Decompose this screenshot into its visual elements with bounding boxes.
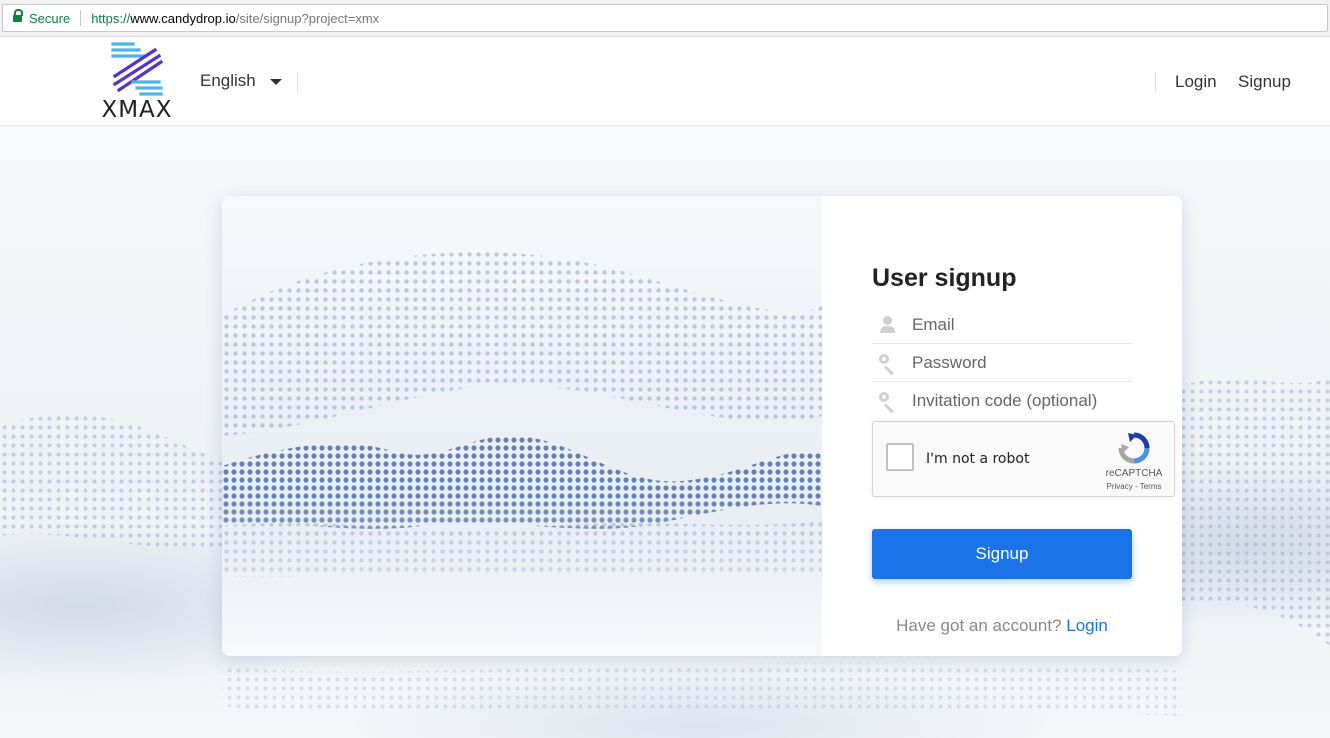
caret-down-icon (269, 79, 282, 85)
recaptcha-brand: reCAPTCHA (1105, 468, 1163, 479)
nav-login-link[interactable]: Login (1175, 72, 1217, 92)
nav-signup-link[interactable]: Signup (1238, 72, 1291, 92)
recaptcha-label: I'm not a robot (926, 451, 1030, 467)
password-field (872, 344, 1132, 382)
card-illustration (222, 196, 822, 656)
key-icon (878, 391, 898, 414)
invitation-code-input[interactable] (912, 391, 1122, 411)
recaptcha-logo-icon (1118, 432, 1150, 464)
recaptcha-privacy-link[interactable]: Privacy (1107, 482, 1133, 491)
account-prompt-text: Have got an account? (896, 616, 1062, 635)
recaptcha-links: Privacy - Terms (1099, 482, 1169, 491)
dot-wave-illustration (222, 252, 822, 656)
url-box[interactable]: Secure https://www.candydrop.io/site/sig… (2, 4, 1328, 32)
language-separator (297, 72, 298, 92)
url-host: www.candydrop.io (130, 10, 236, 26)
email-field (872, 306, 1132, 344)
invitation-field (872, 382, 1132, 420)
language-selector[interactable]: English (200, 71, 282, 91)
nav-separator (1155, 72, 1156, 92)
recaptcha-terms-link[interactable]: Terms (1140, 482, 1162, 491)
browser-address-bar: Secure https://www.candydrop.io/site/sig… (0, 0, 1330, 37)
account-prompt: Have got an account? Login (872, 616, 1132, 636)
signup-button[interactable]: Signup (872, 529, 1132, 579)
recaptcha-link-separator: - (1132, 482, 1140, 491)
password-input[interactable] (912, 352, 1122, 373)
address-separator (80, 10, 82, 26)
xmax-logo-mark-icon (111, 42, 164, 96)
user-icon (878, 315, 898, 335)
site-header: XMAX English Login Signup (0, 37, 1330, 126)
recaptcha-widget: I'm not a robot reCAPTCHA Privacy - Term… (872, 421, 1175, 497)
recaptcha-checkbox[interactable] (886, 443, 914, 471)
login-link[interactable]: Login (1066, 616, 1108, 635)
lock-icon (13, 9, 23, 23)
form-title: User signup (872, 264, 1017, 292)
language-label: English (200, 71, 256, 90)
signup-form: User signup I'm not a robot reCAPTCHA (822, 196, 1182, 656)
url-path: /site/signup?project=xmx (235, 10, 380, 26)
url-scheme: https:// (91, 10, 131, 26)
xmax-logo[interactable]: XMAX (95, 40, 179, 123)
logo-text: XMAX (101, 97, 173, 123)
key-icon (878, 353, 898, 375)
email-input[interactable] (912, 314, 1122, 335)
signup-card: User signup I'm not a robot reCAPTCHA (222, 196, 1182, 656)
secure-label: Secure (29, 10, 71, 26)
